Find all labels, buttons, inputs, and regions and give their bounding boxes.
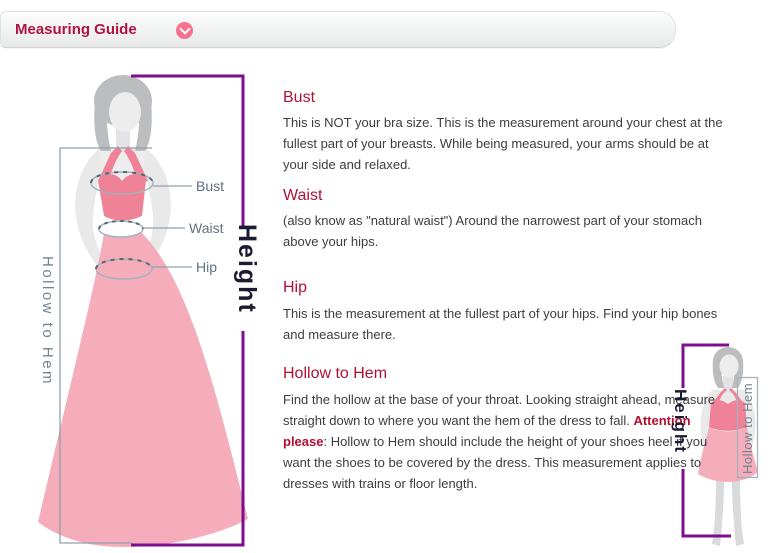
- chevron-down-icon[interactable]: [176, 22, 193, 39]
- hollow-body-rest: : Hollow to Hem should include the heigh…: [283, 434, 707, 491]
- large-figure: [38, 75, 248, 547]
- dress-bodice: [98, 174, 146, 220]
- hip-section-heading: Hip: [283, 278, 726, 298]
- page-title: Measuring Guide: [15, 21, 137, 38]
- height-label-small: Height: [670, 389, 690, 454]
- face: [109, 92, 141, 132]
- measuring-info-column: Bust This is NOT your bra size. This is …: [283, 80, 726, 494]
- hollow-to-hem-label-small: Hollow to Hem: [740, 383, 755, 474]
- measuring-guide-header[interactable]: Measuring Guide: [0, 11, 676, 48]
- waist-section-heading: Waist: [283, 186, 726, 206]
- waist-label: Waist: [189, 220, 223, 236]
- bust-section-body: This is NOT your bra size. This is the m…: [283, 112, 726, 175]
- hollow-to-hem-label-large: Hollow to Hem: [39, 256, 56, 386]
- height-label-large: Height: [232, 224, 261, 314]
- bust-section-heading: Bust: [283, 88, 726, 108]
- hollow-to-hem-section-body: Find the hollow at the base of your thro…: [283, 389, 726, 494]
- hollow-to-hem-section-heading: Hollow to Hem: [283, 364, 726, 384]
- chevron-glyph: [179, 23, 190, 34]
- hip-label: Hip: [196, 259, 217, 275]
- bust-label: Bust: [196, 178, 224, 194]
- waist-section-body: (also know as "natural waist") Around th…: [283, 210, 726, 252]
- hip-section-body: This is the measurement at the fullest p…: [283, 303, 726, 345]
